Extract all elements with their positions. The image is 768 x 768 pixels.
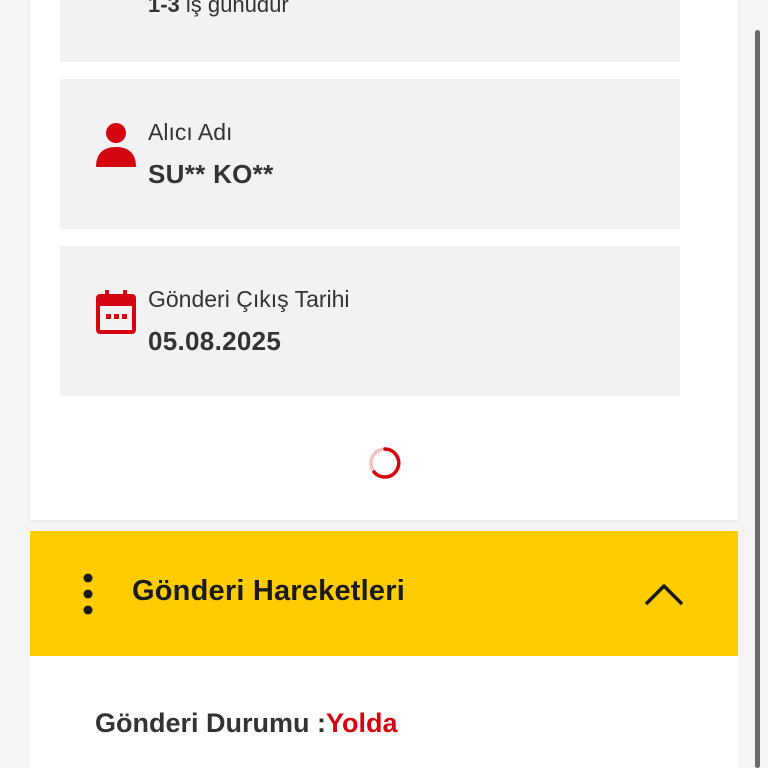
chevron-up-icon[interactable] [644,581,684,607]
status-value: Yolda [326,708,398,738]
receiver-name: SU** KO** [148,159,274,189]
delivery-time-text: 1-3 iş günüdür [148,0,289,16]
ship-date-box: Gönderi Çıkış Tarihi 05.08.2025 [60,246,680,396]
shipment-movements-title[interactable]: Gönderi Hareketleri [132,575,405,608]
shipment-info-card: 1-3 iş günüdür Alıcı Adı SU** KO** Gönde… [30,0,738,520]
person-icon [96,123,136,172]
calendar-icon [96,290,136,339]
shipment-status-section: Gönderi Durumu :Yolda [30,656,738,768]
delivery-time-suffix: iş günüdür [179,0,289,17]
loading-spinner-icon [368,446,402,480]
receiver-label: Alıcı Adı [148,119,233,145]
delivery-time-days: 1-3 [148,0,180,17]
shipment-movements-accordion[interactable]: Gönderi Hareketleri [30,531,738,656]
ship-date-label: Gönderi Çıkış Tarihi [148,286,350,312]
ship-date-value: 05.08.2025 [148,326,282,356]
receiver-box: Alıcı Adı SU** KO** [60,79,680,229]
status-label: Gönderi Durumu : [95,708,326,738]
shipment-status: Gönderi Durumu :Yolda [95,708,398,739]
page-scrollbar[interactable] [755,30,760,768]
shipment-tracking-page: 1-3 iş günüdür Alıcı Adı SU** KO** Gönde… [0,0,768,768]
vertical-dots-icon[interactable] [82,573,94,615]
delivery-time-box: 1-3 iş günüdür [60,0,680,62]
